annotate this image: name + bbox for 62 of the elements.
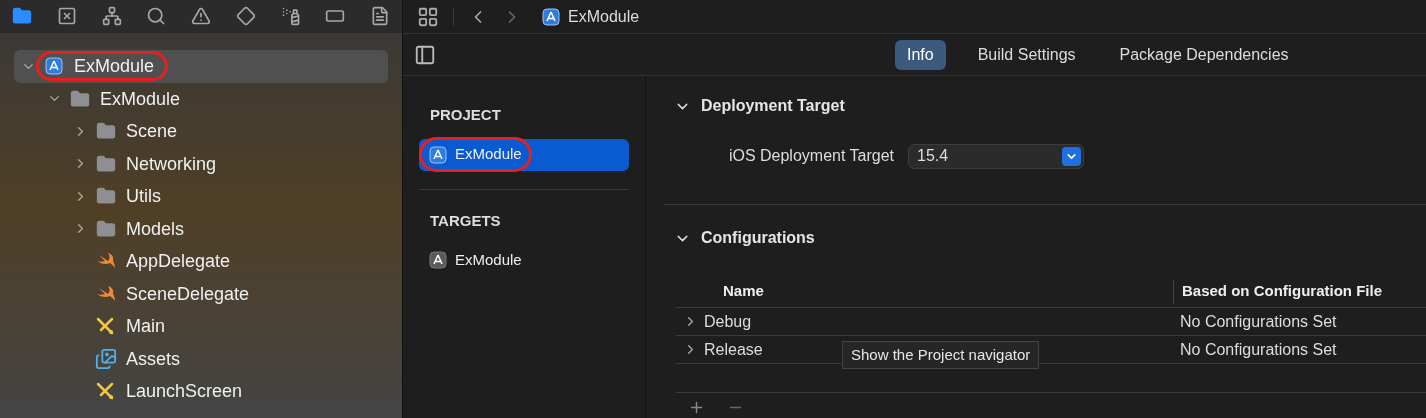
- item-name: ExModule: [455, 144, 522, 165]
- folder-icon: [96, 186, 116, 207]
- sidebar-toggle-icon[interactable]: [414, 43, 436, 66]
- file-name: ExModule: [74, 56, 155, 77]
- source-control-icon[interactable]: [56, 6, 77, 26]
- file-name: Models: [126, 218, 185, 239]
- tooltip: Show the Project navigator: [842, 341, 1040, 369]
- app-icon: [429, 145, 447, 164]
- spray-can-icon[interactable]: [280, 6, 301, 26]
- file-name: Utils: [126, 186, 161, 207]
- item-name: ExModule: [455, 249, 522, 270]
- folder-icon: [96, 218, 116, 239]
- table-cell-text: No Configurations Set: [1180, 311, 1337, 332]
- column-header: Name: [722, 281, 765, 302]
- project-list-item[interactable]: ExModule: [419, 244, 629, 276]
- tab[interactable]: Info: [895, 39, 946, 70]
- tab[interactable]: Package Dependencies: [1107, 39, 1301, 70]
- warning-icon[interactable]: [191, 6, 211, 26]
- section-label: PROJECT: [429, 105, 502, 125]
- tree-row[interactable]: Utils: [14, 180, 388, 213]
- folder-icon[interactable]: [12, 6, 32, 26]
- section-title: Configurations: [701, 228, 815, 248]
- file-name: LaunchScreen: [126, 381, 243, 402]
- app-icon: [45, 57, 63, 76]
- column-header: Based on Configuration File: [1181, 281, 1382, 302]
- tree-row[interactable]: Models: [14, 212, 388, 245]
- tree-row[interactable]: Assets: [14, 342, 388, 375]
- tree-row[interactable]: Main: [14, 310, 388, 343]
- tree-row[interactable]: SceneDelegate: [14, 277, 388, 310]
- file-name: Assets: [126, 348, 181, 369]
- tab[interactable]: Build Settings: [965, 39, 1088, 70]
- hierarchy-icon[interactable]: [101, 6, 122, 26]
- tree-row[interactable]: LaunchScreen: [14, 375, 388, 408]
- tree-row[interactable]: Networking: [14, 147, 388, 180]
- field-label: iOS Deployment Target: [727, 146, 894, 166]
- app-icon: [542, 7, 560, 26]
- table-cell-text: Release: [704, 339, 763, 360]
- file-name: SceneDelegate: [126, 283, 250, 304]
- tree-row[interactable]: AppDelegate: [14, 245, 388, 278]
- file-name: Networking: [126, 153, 217, 174]
- assets-icon: [95, 347, 117, 370]
- file-name: Scene: [126, 121, 178, 142]
- breadcrumb[interactable]: ExModule: [568, 4, 640, 29]
- search-icon[interactable]: [146, 6, 167, 26]
- version-dropdown[interactable]: 15.4: [908, 143, 1084, 169]
- file-name: AppDelegate: [126, 251, 231, 272]
- folder-icon: [70, 88, 90, 109]
- file-name: Main: [126, 316, 165, 337]
- tree-row[interactable]: Scene: [14, 115, 388, 148]
- project-list-item[interactable]: ExModule: [419, 138, 629, 171]
- file-name: ExModule: [100, 88, 181, 109]
- section-label: TARGETS: [429, 210, 502, 231]
- tree-row[interactable]: ExModule: [14, 82, 388, 115]
- tree-row[interactable]: ExModule: [14, 50, 388, 83]
- table-cell-text: Debug: [704, 311, 752, 332]
- diamond-icon[interactable]: [235, 6, 256, 26]
- table-cell-text: No Configurations Set: [1180, 339, 1337, 360]
- folder-icon: [96, 121, 116, 142]
- grid-icon[interactable]: [417, 5, 439, 28]
- section-title: Deployment Target: [701, 96, 845, 116]
- folder-icon: [96, 153, 116, 174]
- app-icon: [429, 251, 447, 269]
